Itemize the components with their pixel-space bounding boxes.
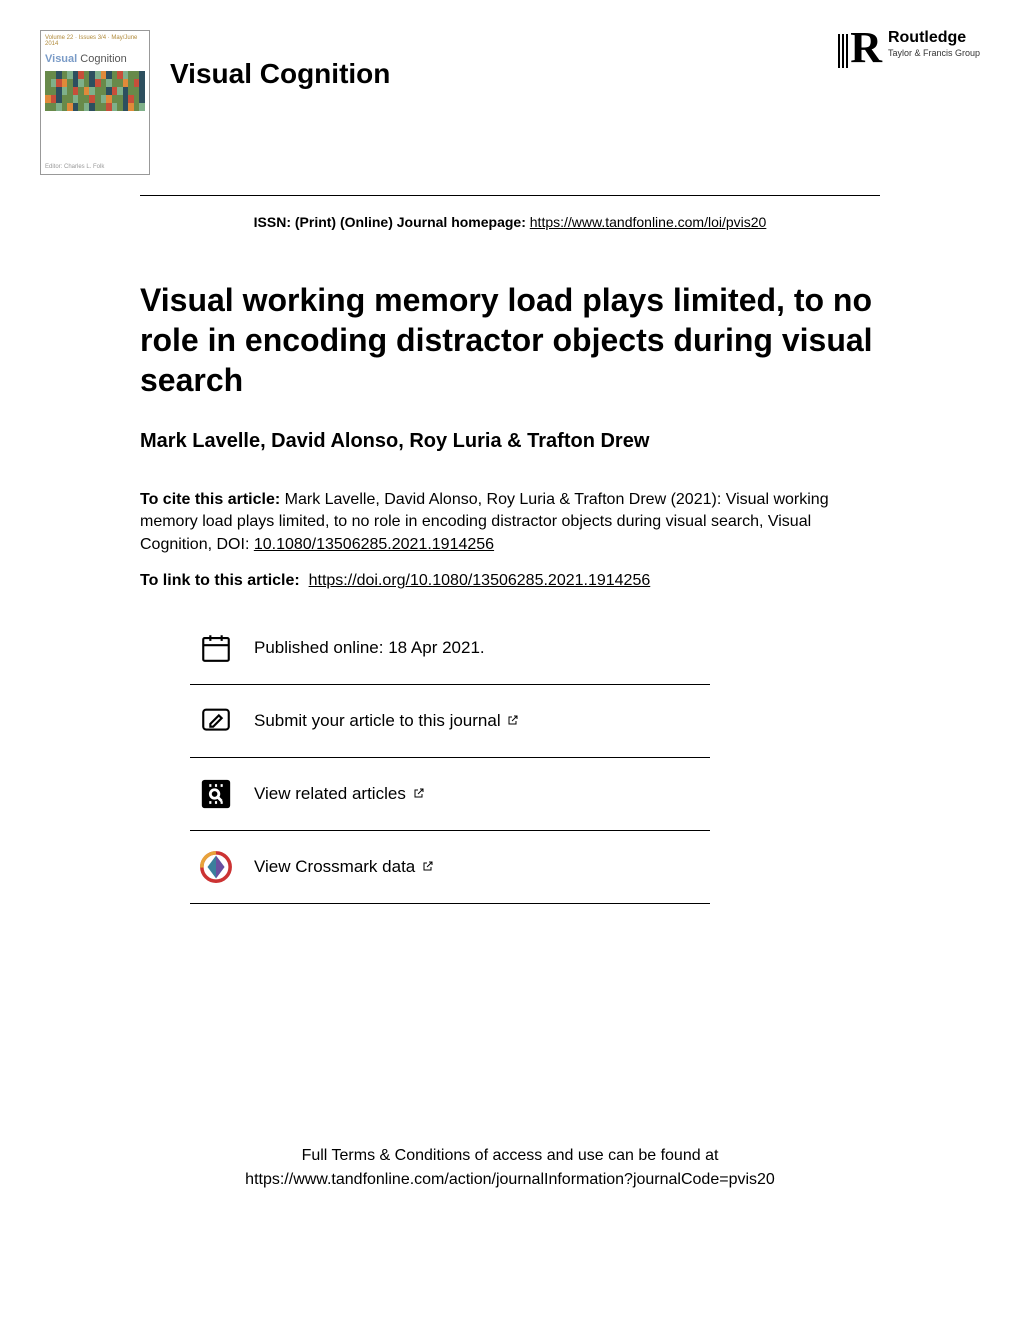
- publisher-text-block: Routledge Taylor & Francis Group: [888, 30, 980, 58]
- action-submit-label: Submit your article to this journal: [254, 711, 501, 730]
- action-related-label: View related articles: [254, 784, 406, 803]
- action-published: Published online: 18 Apr 2021.: [190, 630, 710, 685]
- action-crossmark[interactable]: View Crossmark data: [190, 831, 710, 904]
- cover-meta: Volume 22 · Issues 3/4 · May/June 2014: [45, 35, 145, 47]
- action-submit[interactable]: Submit your article to this journal: [190, 685, 710, 758]
- action-related-text: View related articles: [254, 784, 425, 805]
- link-line: To link to this article: https://doi.org…: [140, 572, 880, 590]
- footer-terms-link[interactable]: https://www.tandfonline.com/action/journ…: [245, 1171, 775, 1188]
- footer-line1: Full Terms & Conditions of access and us…: [40, 1144, 980, 1168]
- header-divider: [140, 195, 880, 196]
- cover-title-part2: Cognition: [80, 53, 126, 65]
- footer: Full Terms & Conditions of access and us…: [40, 1144, 980, 1192]
- action-crossmark-text: View Crossmark data: [254, 857, 434, 878]
- external-link-icon: [507, 711, 519, 731]
- header: Volume 22 · Issues 3/4 · May/June 2014 V…: [40, 30, 980, 175]
- external-link-icon: [413, 784, 425, 804]
- cover-mosaic-art: [45, 71, 145, 111]
- calendar-icon: [198, 630, 234, 666]
- action-published-text: Published online: 18 Apr 2021.: [254, 638, 485, 658]
- article-doi-link[interactable]: https://doi.org/10.1080/13506285.2021.19…: [309, 572, 651, 589]
- issn-line: ISSN: (Print) (Online) Journal homepage:…: [40, 214, 980, 230]
- cover-title: Visual Cognition: [45, 53, 145, 65]
- action-submit-text: Submit your article to this journal: [254, 711, 519, 732]
- citation-block: To cite this article: Mark Lavelle, Davi…: [140, 489, 880, 556]
- action-crossmark-label: View Crossmark data: [254, 857, 415, 876]
- journal-cover-thumbnail: Volume 22 · Issues 3/4 · May/June 2014 V…: [40, 30, 150, 175]
- journal-name: Visual Cognition: [170, 58, 390, 90]
- article-title: Visual working memory load plays limited…: [140, 280, 880, 400]
- actions-list: Published online: 18 Apr 2021. Submit yo…: [190, 630, 710, 904]
- routledge-r-icon: R: [850, 30, 882, 65]
- article-authors: Mark Lavelle, David Alonso, Roy Luria & …: [140, 430, 880, 453]
- cover-title-part1: Visual: [45, 53, 77, 65]
- publisher-name: Routledge: [888, 30, 980, 46]
- cover-editor: Editor: Charles L. Folk: [45, 164, 104, 170]
- issn-prefix: ISSN: (Print) (Online) Journal homepage:: [254, 214, 530, 230]
- header-left: Volume 22 · Issues 3/4 · May/June 2014 V…: [40, 30, 390, 175]
- journal-homepage-link[interactable]: https://www.tandfonline.com/loi/pvis20: [530, 214, 767, 230]
- publisher-sub: Taylor & Francis Group: [888, 48, 980, 58]
- citation-doi-link[interactable]: 10.1080/13506285.2021.1914256: [254, 536, 494, 553]
- external-link-icon: [422, 857, 434, 877]
- publisher-logo: R Routledge Taylor & Francis Group: [850, 30, 980, 65]
- action-related[interactable]: View related articles: [190, 758, 710, 831]
- submit-pen-icon: [198, 703, 234, 739]
- citation-label: To cite this article:: [140, 491, 280, 508]
- crossmark-icon: [198, 849, 234, 885]
- related-search-icon: [198, 776, 234, 812]
- link-label: To link to this article:: [140, 572, 300, 589]
